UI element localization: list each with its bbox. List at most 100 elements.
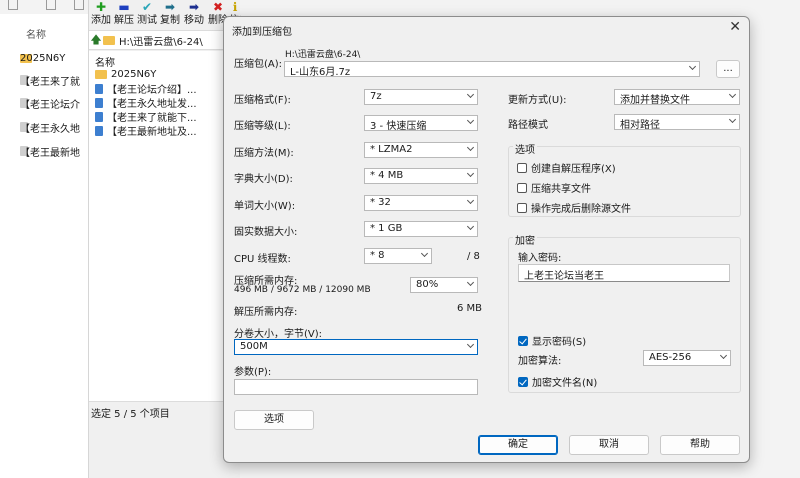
extract-icon: ▬ [118,0,130,14]
chevron-down-icon [466,278,475,287]
method-combo[interactable]: * LZMA2 [364,142,478,158]
explorer-column-header[interactable]: 名称 [26,26,46,41]
dict-label: 字典大小(D): [234,174,293,185]
enc-method-combo[interactable]: AES-256 [643,350,731,366]
info-icon: ℹ [232,0,238,14]
explorer-item[interactable]: 【老王来了就 [20,71,90,89]
list-item-label: 【老王永久地址发... [107,99,197,110]
show-password-label: 显示密码(S) [532,337,587,348]
mem-comp-value: 496 MB / 9672 MB / 12090 MB [234,285,371,295]
archive-name-value: L-山东6月.7z [290,67,351,78]
mem-percent-value: 80% [416,279,439,290]
checkbox-icon [517,162,527,173]
explorer-item[interactable]: 2025N6Y [20,49,90,67]
dict-combo[interactable]: * 4 MB [364,168,478,184]
file-icon[interactable] [74,0,84,10]
cpu-value: * 8 [370,250,385,261]
test-label: 测试 [137,15,157,26]
explorer-item[interactable]: 【老王论坛介 [20,94,90,112]
shared-checkbox[interactable]: 压缩共享文件 [517,180,591,195]
encrypt-names-checkbox[interactable]: 加密文件名(N) [518,374,597,389]
archive-path: H:\迅雷云盘\6-24\ [285,50,361,60]
dict-value: * 4 MB [370,170,404,181]
format-label: 压缩格式(F): [234,95,291,106]
extract-label: 解压 [114,15,134,26]
params-input[interactable] [234,379,478,395]
cancel-button[interactable]: 取消 [569,435,649,455]
checkbox-icon [517,182,527,193]
chevron-down-icon [719,351,728,360]
file-icon[interactable] [8,0,18,10]
move-label: 移动 [184,15,204,26]
password-label: 输入密码: [518,253,562,264]
add-button[interactable]: ✚ 添加 [89,0,113,30]
up-folder-icon[interactable]: 🡅 [89,31,103,50]
copy-button[interactable]: ➡ 复制 [158,0,182,30]
file-icon[interactable] [46,0,56,10]
move-button[interactable]: ➡ 移动 [182,0,206,30]
explorer-toolbar [0,0,90,14]
enc-method-value: AES-256 [649,352,692,363]
chevron-down-icon [466,169,475,178]
path-value: 相对路径 [620,120,660,131]
level-combo[interactable]: 3 - 快速压缩 [364,115,478,132]
explorer-item-label: 【老王永久地 [20,123,80,135]
list-item[interactable]: 【老王永久地址发... [95,96,197,110]
browse-button[interactable]: ... [716,60,740,78]
close-icon[interactable]: ✕ [729,19,741,35]
list-column-header[interactable]: 名称 [95,54,115,69]
update-combo[interactable]: 添加并替换文件 [614,89,740,106]
word-label: 单词大小(W): [234,201,296,212]
checkbox-checked-icon [518,376,528,387]
list-item[interactable]: 【老王来了就能下... [95,110,197,124]
sfx-checkbox[interactable]: 创建自解压程序(X) [517,160,616,175]
encrypt-names-label: 加密文件名(N) [532,378,598,389]
chevron-down-icon [688,62,697,71]
document-icon [95,125,103,136]
checkbox-checked-icon [518,335,528,346]
help-button[interactable]: 帮助 [660,435,740,455]
show-password-checkbox[interactable]: 显示密码(S) [518,333,586,348]
options-group: 选项 创建自解压程序(X) 压缩共享文件 操作完成后删除源文件 [508,141,741,217]
solid-combo[interactable]: * 1 GB [364,221,478,237]
word-combo[interactable]: * 32 [364,195,478,211]
split-size-combo[interactable]: 500M [234,339,478,355]
archive-label: 压缩包(A): [234,59,283,70]
delete-source-label: 操作完成后删除源文件 [531,204,631,215]
path-combo[interactable]: 相对路径 [614,114,740,131]
chevron-down-icon [466,340,475,349]
update-label: 更新方式(U): [508,95,567,106]
delete-source-checkbox[interactable]: 操作完成后删除源文件 [517,200,631,215]
solid-label: 固实数据大小: [234,227,298,238]
extract-button[interactable]: ▬ 解压 [112,0,136,30]
explorer-item[interactable]: 【老王永久地 [20,118,90,136]
copy-label: 复制 [160,15,180,26]
explorer-window: 名称 2025N6Y 【老王来了就 【老王论坛介 【老王永久地 【老王最新地 [0,14,90,478]
list-item-label: 【老王论坛介绍】... [107,85,197,96]
list-item-label: 2025N6Y [111,69,157,80]
list-item[interactable]: 2025N6Y [95,68,156,81]
mem-decomp-label: 解压所需内存: [234,307,298,318]
list-item[interactable]: 【老王最新地址及... [95,124,197,138]
delete-icon: ✖ [212,0,224,14]
split-label: 分卷大小，字节(V): [234,329,323,340]
options-button[interactable]: 选项 [234,410,314,430]
password-input[interactable]: 上老王论坛当老王 [518,264,730,282]
add-to-archive-dialog: 添加到压缩包 ✕ 压缩包(A): H:\迅雷云盘\6-24\ L-山东6月.7z… [223,16,750,463]
archive-name-combo[interactable]: L-山东6月.7z [284,61,700,78]
test-button[interactable]: ✔ 测试 [135,0,159,30]
status-bar: 选定 5 / 5 个项目 [89,401,241,420]
test-icon: ✔ [141,0,153,14]
params-label: 参数(P): [234,367,272,378]
cpu-combo[interactable]: * 8 [364,248,432,264]
mem-percent-combo[interactable]: 80% [410,277,478,293]
format-combo[interactable]: 7z [364,89,478,105]
address-bar[interactable]: 🡅 H:\迅雷云盘\6-24\ [89,30,241,50]
list-item[interactable]: 【老王论坛介绍】... [95,82,197,96]
cpu-max: / 8 [467,251,480,262]
explorer-item[interactable]: 【老王最新地 [20,142,90,160]
address-path: H:\迅雷云盘\6-24\ [119,36,203,48]
ok-button[interactable]: 确定 [478,435,558,455]
chevron-down-icon [728,115,737,124]
chevron-down-icon [466,143,475,152]
